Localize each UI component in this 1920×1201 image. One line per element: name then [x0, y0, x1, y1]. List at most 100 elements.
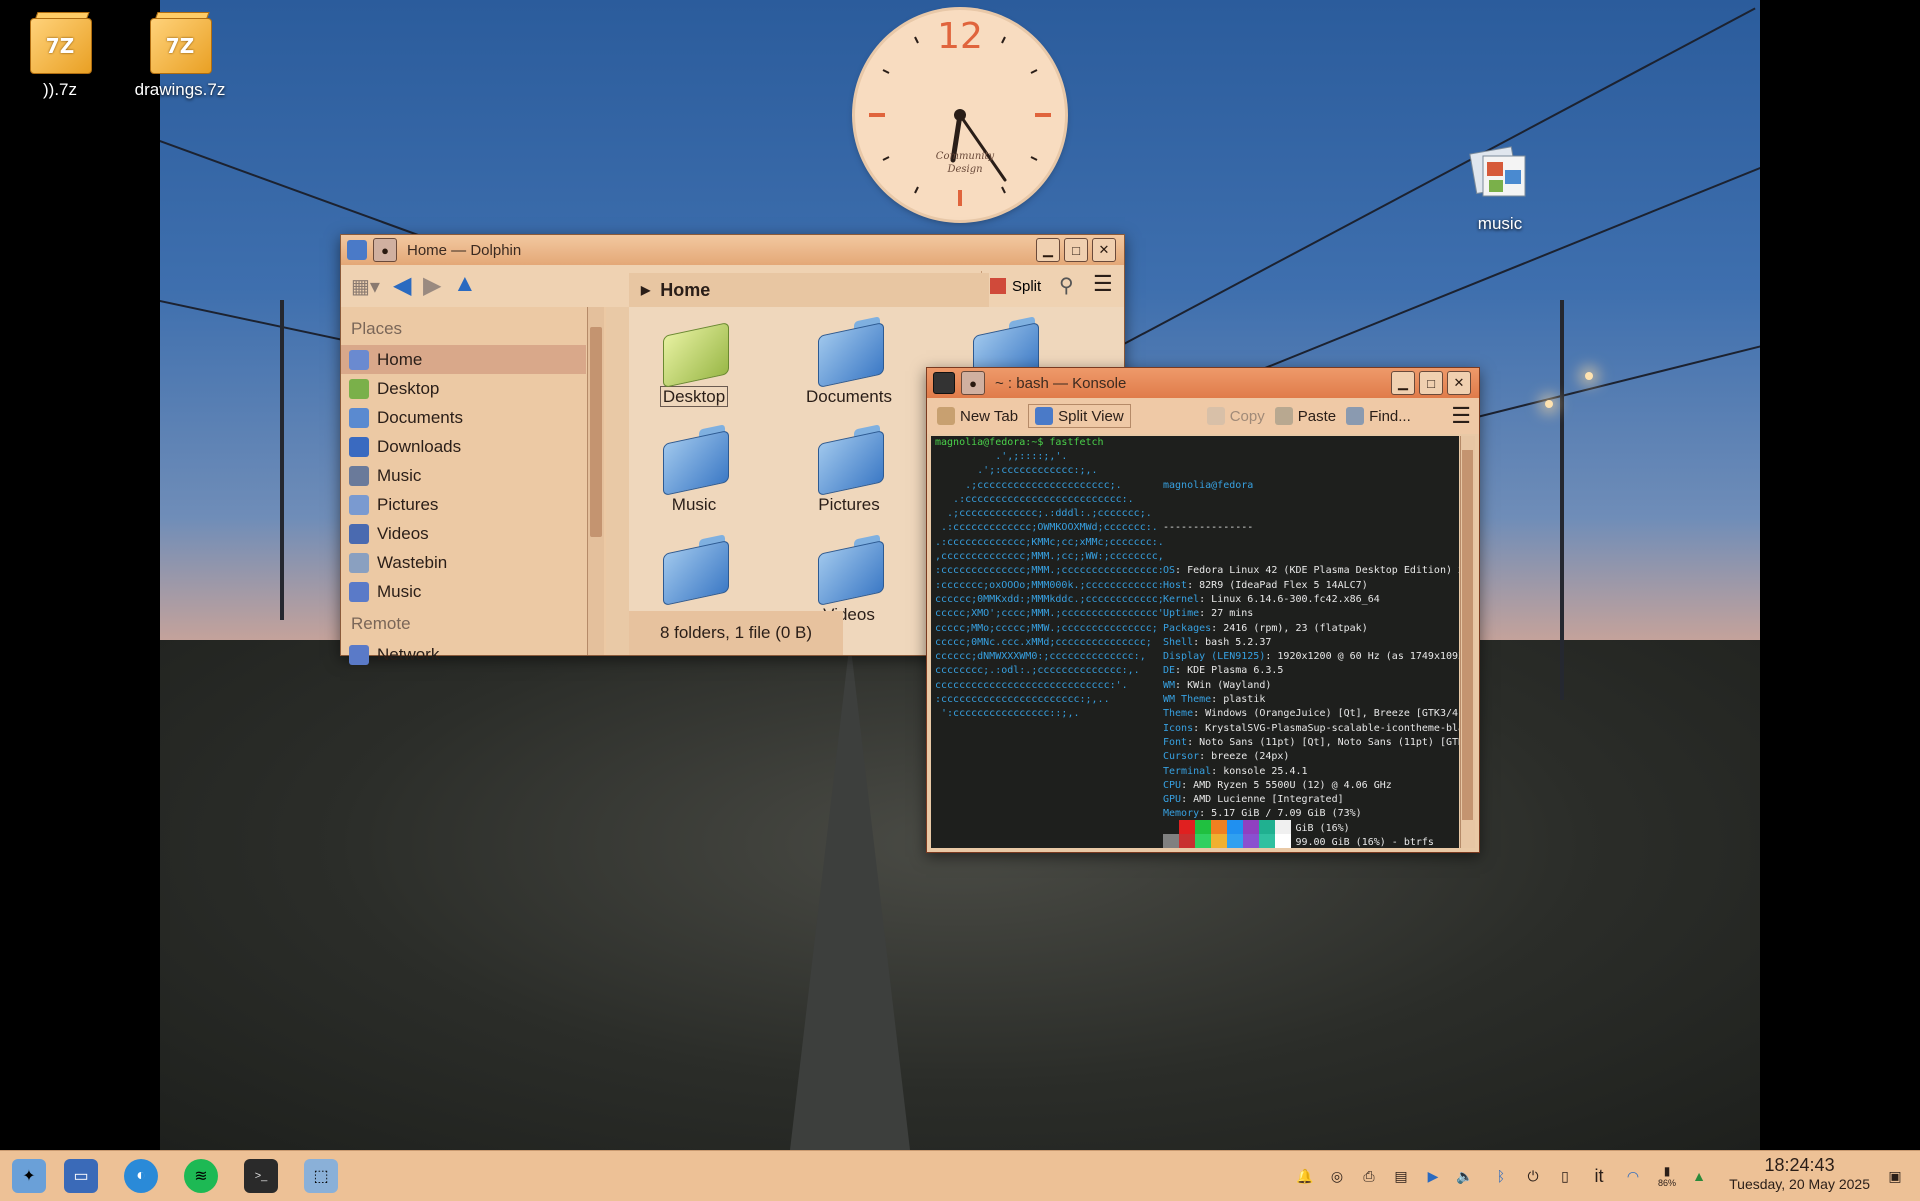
copy-button[interactable]: Copy: [1206, 407, 1265, 425]
volume-icon[interactable]: 🔈: [1454, 1165, 1476, 1187]
minimize-button[interactable]: ▁: [1036, 238, 1060, 262]
sidebar-item-music-2[interactable]: Music: [341, 577, 606, 606]
software-center-task-icon[interactable]: ⬚: [304, 1159, 338, 1193]
konsole-task-icon[interactable]: >_: [244, 1159, 278, 1193]
info-value: breeze (24px): [1211, 751, 1290, 763]
breadcrumb[interactable]: ▶ Home: [629, 273, 989, 308]
paste-button[interactable]: Paste: [1274, 407, 1337, 425]
updates-icon[interactable]: ▲: [1688, 1165, 1710, 1187]
spotify-task-icon[interactable]: ≋: [184, 1159, 218, 1193]
view-mode-icon[interactable]: ▦▾: [351, 274, 380, 299]
sidebar-item-network[interactable]: Network: [341, 640, 606, 669]
minimize-button[interactable]: ▁: [1391, 371, 1415, 395]
digital-clock[interactable]: 18:24:43 Tuesday, 20 May 2025: [1729, 1155, 1870, 1192]
show-desktop-icon[interactable]: ▣: [1884, 1165, 1906, 1187]
copy-label: Copy: [1229, 407, 1265, 425]
sidebar-item-home[interactable]: Home: [341, 345, 586, 374]
desktop-icon-archive-2[interactable]: 7Z drawings.7z: [125, 8, 235, 100]
sidebar-item-wastebin[interactable]: Wastebin: [341, 548, 606, 577]
videos-icon: [349, 523, 369, 544]
sidebar-item-label: Home: [377, 349, 423, 369]
split-view-button[interactable]: Split View: [1028, 404, 1131, 428]
file-item-folder[interactable]: [629, 534, 759, 607]
network-icon: [349, 644, 369, 665]
hamburger-menu-icon[interactable]: ☰: [1451, 403, 1471, 429]
power-icon[interactable]: ⏻: [1522, 1165, 1544, 1187]
sidebar-item-downloads[interactable]: Downloads: [341, 432, 606, 461]
up-arrow-icon[interactable]: ▲: [453, 270, 477, 298]
battery-indicator[interactable]: ▮ 86%: [1656, 1161, 1678, 1191]
keyboard-layout-indicator[interactable]: it: [1588, 1165, 1610, 1187]
terminal-scrollbar[interactable]: [1460, 436, 1475, 848]
device-icon[interactable]: ▯: [1554, 1165, 1576, 1187]
info-lines: OS: Fedora Linux 42 (KDE Plasma Desktop …: [1163, 564, 1459, 848]
terminal-area[interactable]: magnolia@fedora:~$ fastfetch .',;::::;,'…: [931, 436, 1459, 848]
clipboard-history-icon[interactable]: ◎: [1326, 1165, 1348, 1187]
media-player-icon[interactable]: ▶: [1422, 1165, 1444, 1187]
info-key: Uptime: [1163, 608, 1200, 620]
sidebar-item-music[interactable]: Music: [341, 461, 606, 490]
wifi-icon[interactable]: ◠: [1622, 1165, 1644, 1187]
find-button[interactable]: Find...: [1346, 407, 1411, 425]
window-menu-icon[interactable]: ●: [373, 238, 397, 262]
file-item-desktop[interactable]: Desktop: [629, 319, 759, 407]
desktop-icon-archive-1[interactable]: 7Z )).7z: [5, 8, 115, 100]
info-value: 27 mins: [1211, 608, 1254, 620]
terminal-prompt: magnolia@fedora:~$ fastfetch: [935, 437, 1104, 448]
dolphin-titlebar[interactable]: ● Home — Dolphin ▁ □ ✕: [341, 235, 1124, 265]
info-value: KrystalSVG-PlasmaSup-scalable-icontheme-…: [1205, 722, 1459, 734]
paste-label: Paste: [1297, 407, 1337, 425]
browser-task-icon[interactable]: ◐: [124, 1159, 158, 1193]
app-launcher-icon[interactable]: ✦: [12, 1159, 46, 1193]
info-value: Windows (OrangeJuice) [Qt], Breeze [GTK3…: [1205, 708, 1459, 720]
chevron-right-icon: ▶: [641, 283, 651, 297]
file-item-music[interactable]: Music: [629, 424, 759, 515]
search-icon[interactable]: ⚲: [1059, 273, 1074, 298]
scrollbar-thumb[interactable]: [1462, 450, 1473, 820]
close-button[interactable]: ✕: [1447, 371, 1471, 395]
sidebar-item-documents[interactable]: Documents: [341, 403, 606, 432]
info-value: KWin (Wayland): [1187, 679, 1272, 691]
info-line: DE: KDE Plasma 6.3.5: [1163, 665, 1284, 677]
forward-arrow-icon[interactable]: ▶: [423, 271, 441, 300]
hamburger-menu-icon[interactable]: ☰: [1093, 271, 1113, 297]
analog-clock-widget[interactable]: 12 Community Design: [855, 10, 1065, 220]
close-button[interactable]: ✕: [1092, 238, 1116, 262]
split-button[interactable]: Split: [981, 271, 1049, 301]
desktop-folder-icon: [659, 319, 729, 389]
info-line: Shell: bash 5.2.37: [1163, 636, 1272, 648]
new-tab-button[interactable]: New Tab: [937, 407, 1018, 425]
sidebar-item-desktop[interactable]: Desktop: [341, 374, 606, 403]
new-tab-label: New Tab: [960, 407, 1019, 425]
window-menu-icon[interactable]: ●: [961, 371, 985, 395]
places-heading: Places: [351, 319, 403, 338]
sidebar-item-pictures[interactable]: Pictures: [341, 490, 606, 519]
info-key: CPU: [1163, 779, 1182, 791]
scrollbar-thumb[interactable]: [590, 327, 602, 537]
maximize-button[interactable]: □: [1419, 371, 1443, 395]
split-label: Split: [1012, 277, 1042, 295]
file-item-documents[interactable]: Documents: [784, 316, 914, 407]
bluetooth-icon[interactable]: ᛒ: [1490, 1165, 1512, 1187]
folder-icon: [349, 581, 369, 602]
notification-bell-icon[interactable]: 🔔: [1294, 1165, 1316, 1187]
file-item-pictures[interactable]: Pictures: [784, 424, 914, 515]
new-tab-icon: [937, 407, 955, 425]
back-arrow-icon[interactable]: ◀: [393, 271, 411, 300]
info-line: GPU: AMD Lucienne [Integrated]: [1163, 794, 1344, 806]
places-scrollbar[interactable]: [587, 307, 604, 655]
color-palette: [1163, 820, 1291, 848]
desktop-icon-music[interactable]: music: [1445, 140, 1555, 234]
printer-icon[interactable]: ⎙: [1358, 1165, 1380, 1187]
konsole-titlebar[interactable]: ● ~ : bash — Konsole ▁ □ ✕: [927, 368, 1479, 398]
documents-icon: [349, 407, 369, 428]
sidebar-item-videos[interactable]: Videos: [341, 519, 606, 548]
clock-face: [869, 36, 1051, 206]
breadcrumb-home[interactable]: Home: [660, 280, 710, 301]
clipboard-icon[interactable]: ▤: [1390, 1165, 1412, 1187]
dolphin-task-icon[interactable]: ▭: [64, 1159, 98, 1193]
battery-icon: ▮: [1663, 1164, 1671, 1178]
konsole-window[interactable]: ● ~ : bash — Konsole ▁ □ ✕ New Tab Split…: [926, 367, 1480, 853]
maximize-button[interactable]: □: [1064, 238, 1088, 262]
info-line: Packages: 2416 (rpm), 23 (flatpak): [1163, 622, 1368, 634]
